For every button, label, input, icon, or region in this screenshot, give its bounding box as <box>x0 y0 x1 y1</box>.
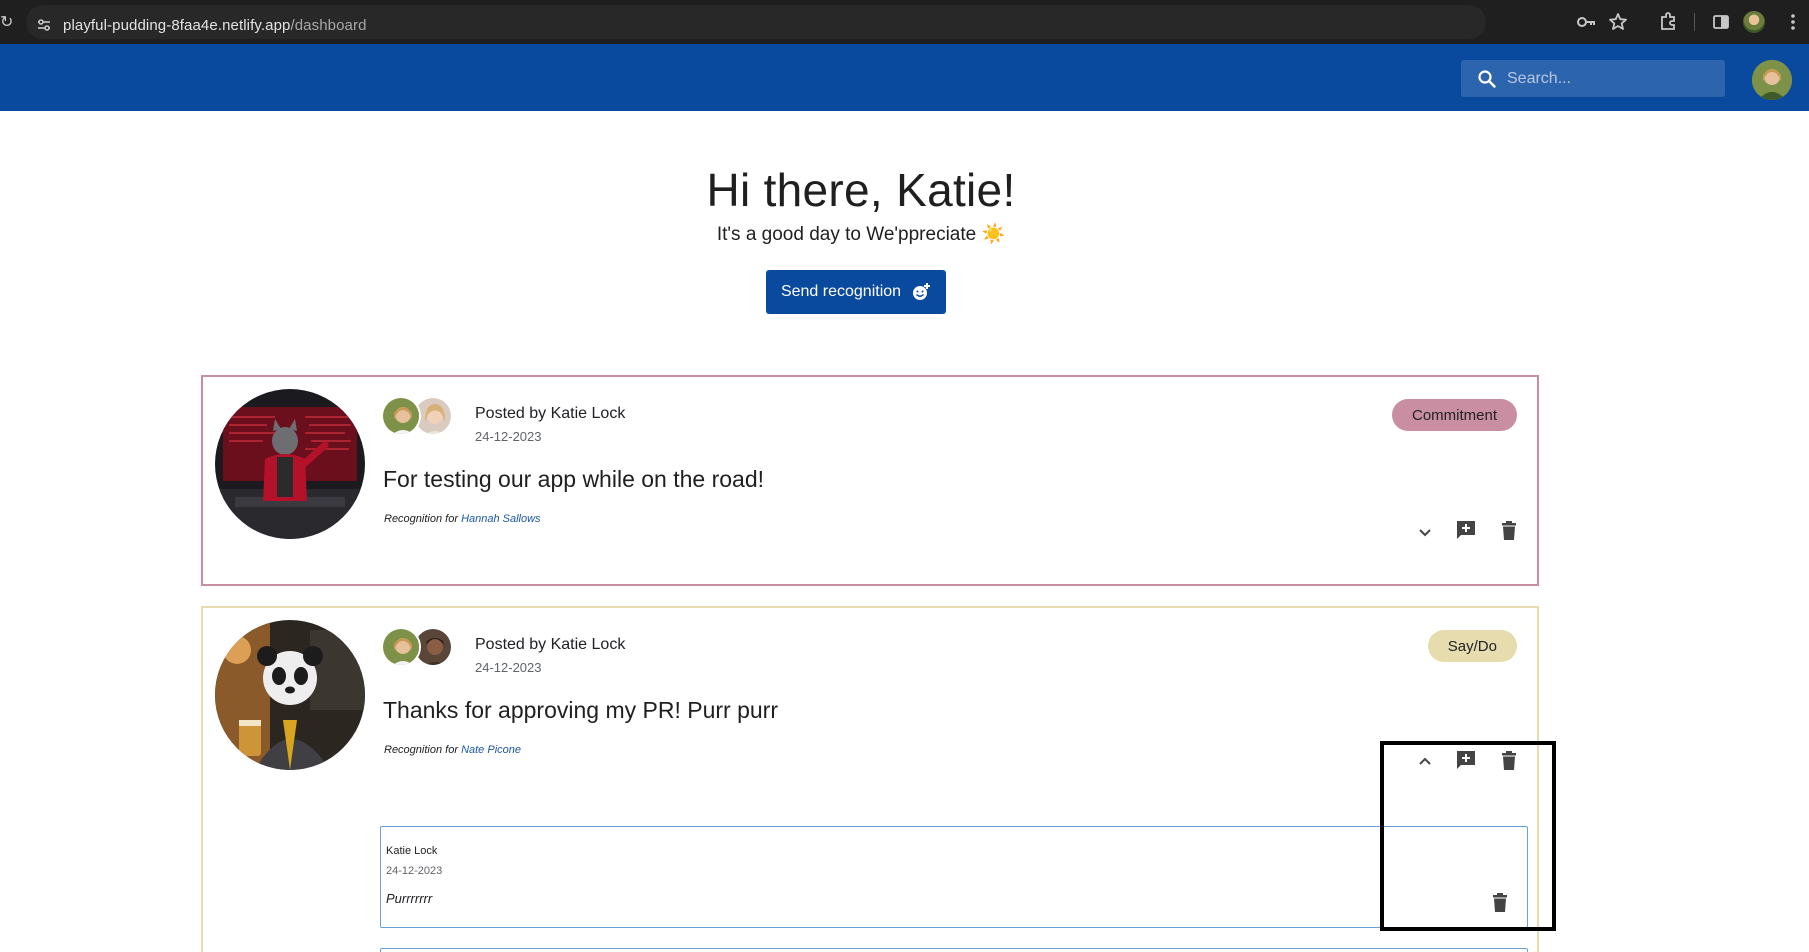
trash-icon <box>1502 751 1516 770</box>
user-avatar[interactable] <box>1752 60 1792 100</box>
recipient-link[interactable]: Hannah Sallows <box>461 513 541 525</box>
comment: Katie Lock 24-12-2023 Purrrrrrr <box>380 826 1528 928</box>
recognition-prefix: Recognition for <box>384 513 458 525</box>
value-tag: Commitment <box>1391 399 1517 431</box>
recognition-image <box>215 389 365 539</box>
extensions-icon[interactable] <box>1657 11 1679 33</box>
sender-avatar <box>381 627 421 667</box>
participant-avatars <box>381 627 461 669</box>
add-comment-button[interactable] <box>1452 516 1480 544</box>
post-date: 24-12-2023 <box>475 429 542 444</box>
recipient-link[interactable]: Nate Picone <box>461 744 521 756</box>
search-input[interactable] <box>1507 60 1717 97</box>
send-recognition-label: Send recognition <box>780 283 902 300</box>
post-date: 24-12-2023 <box>475 660 542 675</box>
send-recognition-button[interactable]: Send recognition <box>766 270 946 314</box>
url-text: playful-pudding-8faa4e.netlify.app/dashb… <box>63 17 367 34</box>
posted-by: Posted by Katie Lock <box>475 636 626 653</box>
address-bar[interactable]: playful-pudding-8faa4e.netlify.app/dashb… <box>26 5 1486 39</box>
recognition-for: Recognition for Nate Picone <box>384 744 521 756</box>
comment-date: 24-12-2023 <box>386 865 443 877</box>
add-comment-icon <box>1457 751 1475 769</box>
trash-icon <box>1502 521 1516 540</box>
recognition-for: Recognition for Hannah Sallows <box>384 513 541 525</box>
comment <box>380 948 1528 952</box>
sender-avatar <box>381 396 421 436</box>
add-comment-icon <box>1457 521 1475 539</box>
reload-icon[interactable]: ↻ <box>0 12 13 32</box>
trash-icon <box>1493 893 1507 912</box>
site-settings-icon[interactable] <box>36 17 52 33</box>
profile-icon[interactable] <box>1743 11 1765 33</box>
key-icon[interactable] <box>1575 11 1597 33</box>
browser-toolbar: ↻ playful-pudding-8faa4e.netlify.app/das… <box>0 0 1809 44</box>
delete-post-button[interactable] <box>1495 517 1523 545</box>
chevron-down-icon <box>1419 529 1431 537</box>
search-icon <box>1478 70 1496 88</box>
app-header <box>0 44 1809 111</box>
recognition-prefix: Recognition for <box>384 744 458 756</box>
expand-comments-button[interactable] <box>1411 518 1439 546</box>
value-tag: Say/Do <box>1427 630 1517 662</box>
add-comment-button[interactable] <box>1452 746 1480 774</box>
more-vert-icon[interactable] <box>1782 11 1804 33</box>
recognition-card: Posted by Katie Lock 24-12-2023 Commitme… <box>201 375 1539 586</box>
star-icon[interactable] <box>1607 11 1629 33</box>
search-box[interactable] <box>1461 60 1725 97</box>
participant-avatars <box>381 396 461 438</box>
recognition-image <box>215 620 365 770</box>
chevron-up-icon <box>1419 757 1431 765</box>
add-reaction-icon <box>913 283 931 300</box>
comment-author: Katie Lock <box>386 845 438 857</box>
side-panel-icon[interactable] <box>1710 11 1732 33</box>
comment-text: Purrrrrrr <box>386 891 433 906</box>
delete-comment-button[interactable] <box>1486 889 1514 917</box>
collapse-comments-button[interactable] <box>1411 748 1439 776</box>
page-subtitle: It's a good day to We'ppreciate ☀️ <box>716 224 1006 245</box>
delete-post-button[interactable] <box>1495 747 1523 775</box>
recognition-card: Posted by Katie Lock 24-12-2023 Say/Do T… <box>201 606 1539 952</box>
page-title: Hi there, Katie! <box>706 164 1016 216</box>
posted-by: Posted by Katie Lock <box>475 405 626 422</box>
recognition-message: Thanks for approving my PR! Purr purr <box>383 697 778 723</box>
toolbar-divider <box>1694 13 1695 31</box>
recognition-message: For testing our app while on the road! <box>383 466 765 492</box>
